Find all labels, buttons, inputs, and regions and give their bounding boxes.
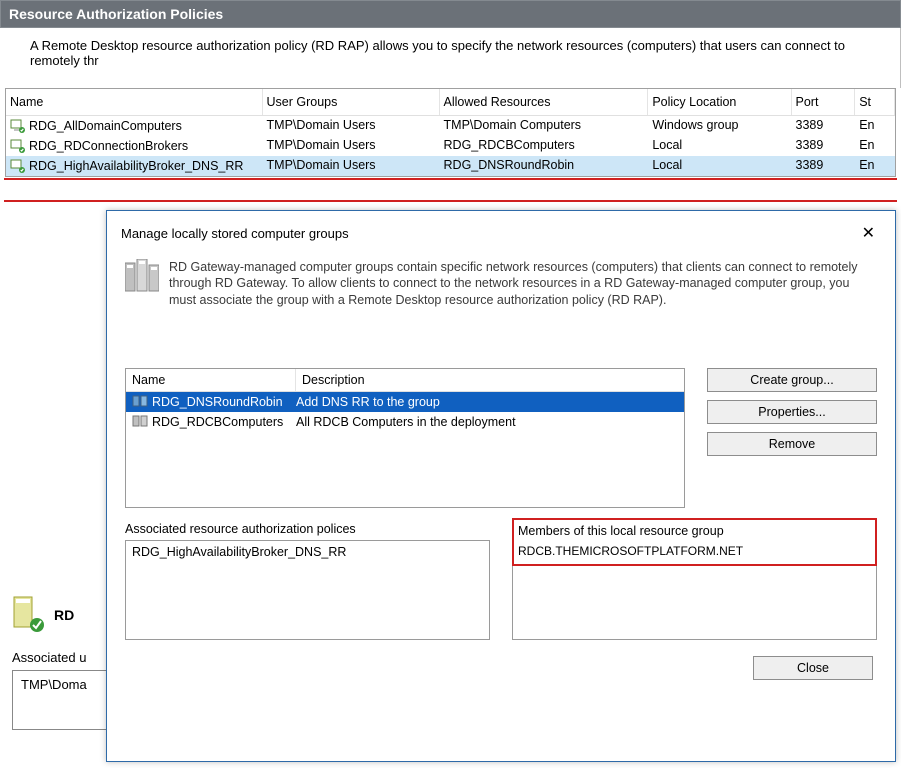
associated-policy-value: RDG_HighAvailabilityBroker_DNS_RR xyxy=(132,545,346,559)
policy-name: RDG_AllDomainComputers xyxy=(29,119,182,133)
policy-location: Local xyxy=(648,137,791,155)
group-desc: All RDCB Computers in the deployment xyxy=(296,415,516,429)
list-col-name[interactable]: Name xyxy=(126,369,296,391)
group-name: RDG_RDCBComputers xyxy=(152,415,283,429)
panel-intro-text: A Remote Desktop resource authorization … xyxy=(0,28,901,88)
col-header-port[interactable]: Port xyxy=(792,89,856,115)
associated-policies-box[interactable]: RDG_HighAvailabilityBroker_DNS_RR xyxy=(125,540,490,640)
computer-group-icon xyxy=(132,414,148,430)
policy-port: 3389 xyxy=(792,137,856,155)
policy-name: RDG_RDConnectionBrokers xyxy=(29,139,188,153)
members-value: RDCB.THEMICROSOFTPLATFORM.NET xyxy=(518,542,871,560)
panel-title: Resource Authorization Policies xyxy=(0,0,901,28)
policy-table: Name User Groups Allowed Resources Polic… xyxy=(5,88,896,177)
associated-policies-label: Associated resource authorization police… xyxy=(125,522,490,536)
highlight-annotation: Members of this local resource group RDC… xyxy=(512,518,877,566)
policy-icon xyxy=(10,138,26,154)
dialog-info-text: RD Gateway-managed computer groups conta… xyxy=(169,259,877,308)
policy-icon xyxy=(10,118,26,134)
dialog-title: Manage locally stored computer groups xyxy=(121,226,349,241)
server-icon xyxy=(12,595,46,635)
list-item[interactable]: RDG_DNSRoundRobin Add DNS RR to the grou… xyxy=(126,392,684,412)
table-row[interactable]: RDG_HighAvailabilityBroker_DNS_RR TMP\Do… xyxy=(6,156,895,176)
close-button[interactable]: Close xyxy=(753,656,873,680)
servers-icon xyxy=(125,259,159,299)
policy-status: En xyxy=(855,157,895,175)
table-row[interactable]: RDG_AllDomainComputers TMP\Domain Users … xyxy=(6,116,895,136)
list-col-desc[interactable]: Description xyxy=(296,369,684,391)
col-header-location[interactable]: Policy Location xyxy=(648,89,791,115)
highlight-annotation xyxy=(4,200,897,202)
background-assoc-value: TMP\Doma xyxy=(21,677,87,692)
policy-allowed: TMP\Domain Computers xyxy=(440,117,649,135)
policy-table-header: Name User Groups Allowed Resources Polic… xyxy=(6,89,895,116)
computer-groups-list[interactable]: Name Description RDG_DNSRoundRobin Add D… xyxy=(125,368,685,508)
list-header: Name Description xyxy=(126,369,684,392)
policy-location: Windows group xyxy=(648,117,791,135)
remove-button[interactable]: Remove xyxy=(707,432,877,456)
policy-status: En xyxy=(855,117,895,135)
policy-port: 3389 xyxy=(792,117,856,135)
col-header-name[interactable]: Name xyxy=(6,89,263,115)
background-assoc-label: Associated u xyxy=(12,650,86,665)
manage-groups-dialog: Manage locally stored computer groups ✕ … xyxy=(106,210,896,762)
members-box[interactable] xyxy=(512,566,877,640)
policy-user-groups: TMP\Domain Users xyxy=(263,117,440,135)
policy-port: 3389 xyxy=(792,157,856,175)
members-label: Members of this local resource group xyxy=(518,524,871,538)
col-header-user-groups[interactable]: User Groups xyxy=(263,89,440,115)
background-rd-label: RD xyxy=(54,607,74,623)
create-group-button[interactable]: Create group... xyxy=(707,368,877,392)
policy-allowed: RDG_RDCBComputers xyxy=(440,137,649,155)
background-section-title: RD xyxy=(12,595,74,635)
col-header-allowed[interactable]: Allowed Resources xyxy=(440,89,649,115)
policy-name: RDG_HighAvailabilityBroker_DNS_RR xyxy=(29,159,243,173)
group-name: RDG_DNSRoundRobin xyxy=(152,395,283,409)
policy-status: En xyxy=(855,137,895,155)
list-item[interactable]: RDG_RDCBComputers All RDCB Computers in … xyxy=(126,412,684,432)
close-icon[interactable]: ✕ xyxy=(856,221,881,245)
policy-allowed: RDG_DNSRoundRobin xyxy=(440,157,649,175)
policy-user-groups: TMP\Domain Users xyxy=(263,157,440,175)
policy-location: Local xyxy=(648,157,791,175)
policy-icon xyxy=(10,158,26,174)
group-desc: Add DNS RR to the group xyxy=(296,395,440,409)
table-row[interactable]: RDG_RDConnectionBrokers TMP\Domain Users… xyxy=(6,136,895,156)
col-header-status[interactable]: St xyxy=(855,89,895,115)
computer-group-icon xyxy=(132,394,148,410)
policy-user-groups: TMP\Domain Users xyxy=(263,137,440,155)
highlight-annotation xyxy=(4,178,897,180)
properties-button[interactable]: Properties... xyxy=(707,400,877,424)
